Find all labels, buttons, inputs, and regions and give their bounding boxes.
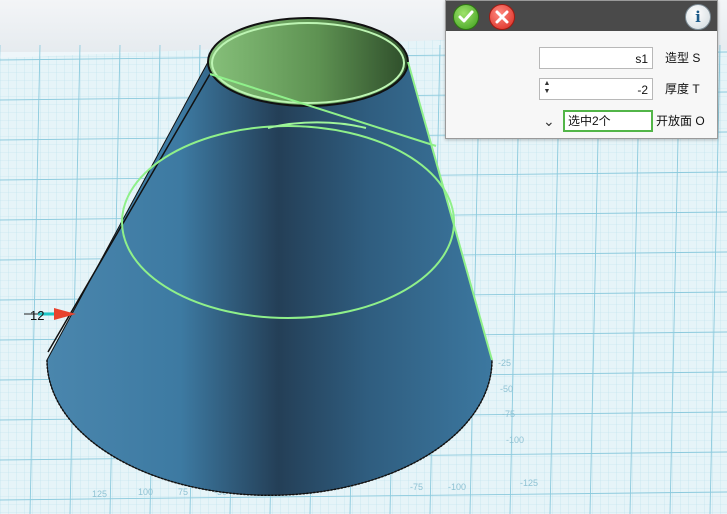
chevron-down-icon[interactable]: ⌄ [543, 111, 555, 131]
ruler-y-label: -50 [500, 384, 513, 394]
check-icon [458, 10, 474, 23]
cancel-button[interactable] [489, 4, 515, 30]
shape-field[interactable]: s1 [539, 47, 653, 69]
thickness-label: 厚度 T [665, 82, 700, 96]
ruler-y-label: -25 [498, 358, 511, 368]
ruler-x-label: -100 [448, 482, 466, 492]
ruler-x-label: 100 [138, 487, 153, 497]
ruler-x-label: 125 [92, 489, 107, 499]
open-face-field[interactable]: 选中2个 [563, 110, 653, 132]
panel-header: i [446, 1, 717, 31]
open-face-label: 开放面 O [656, 114, 705, 128]
open-face-row: ⌄ 选中2个 开放面 O [446, 110, 717, 136]
close-icon [495, 10, 509, 24]
info-button[interactable]: i [685, 4, 711, 30]
thickness-spinner[interactable]: ▲ ▼ [542, 80, 552, 98]
thickness-field[interactable]: -2 [539, 78, 653, 100]
axis-label: 12 [30, 308, 44, 323]
ruler-y-label: -75 [502, 409, 515, 419]
ruler-x-label: -75 [410, 482, 423, 492]
confirm-button[interactable] [453, 4, 479, 30]
shape-row: s1 造型 S [446, 47, 717, 73]
ruler-x-label: 75 [178, 487, 188, 497]
thickness-row: -2 ▲ ▼ 厚度 T [446, 78, 717, 104]
shape-label: 造型 S [665, 51, 701, 65]
info-icon: i [695, 8, 701, 26]
shell-property-panel: i s1 造型 S -2 ▲ ▼ 厚度 T ⌄ 选中2个 开放面 O [445, 0, 718, 139]
ruler-x-label: -125 [520, 478, 538, 488]
ruler-y-label: -100 [506, 435, 524, 445]
